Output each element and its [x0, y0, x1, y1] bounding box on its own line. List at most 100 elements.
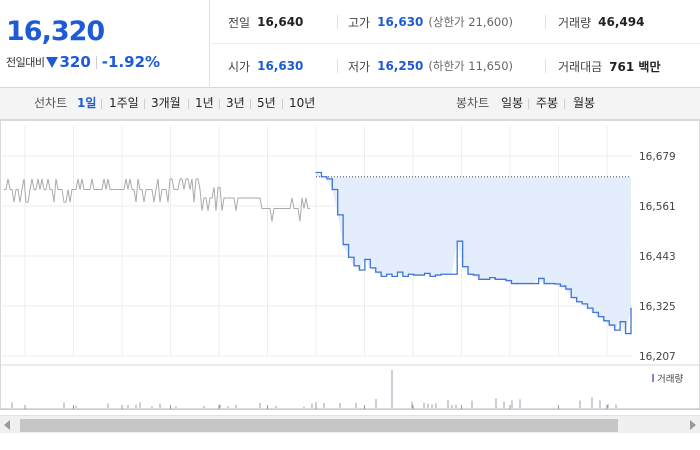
- price-point: [326, 178, 328, 180]
- price-point: [358, 269, 361, 271]
- price-point: [570, 296, 572, 299]
- scroll-right-icon[interactable]: [690, 420, 696, 430]
- previous-day-line: [4, 178, 310, 222]
- y-tick-label: 16,207: [639, 351, 676, 363]
- price-point: [614, 329, 616, 331]
- price-point: [364, 258, 366, 260]
- period-10y[interactable]: 10년: [289, 88, 315, 119]
- stat-label: 전일: [228, 15, 251, 30]
- price-point: [440, 273, 442, 275]
- price-point: [396, 271, 399, 273]
- price-area: [316, 172, 631, 334]
- y-tick-label: 16,325: [639, 301, 676, 313]
- price-point: [543, 282, 545, 285]
- divider: [564, 99, 565, 109]
- volume-legend-swatch: [652, 374, 654, 382]
- stat-value: 761 백만: [609, 59, 661, 74]
- price-point: [483, 278, 485, 280]
- price-point: [380, 275, 382, 277]
- price-point: [619, 321, 621, 323]
- price-point: [548, 282, 551, 285]
- price-point: [521, 282, 523, 285]
- stat-turnover: 거래대금 761 백만: [545, 59, 661, 74]
- stat-value: 16,640: [257, 15, 304, 29]
- price-point: [608, 324, 610, 326]
- price-point: [451, 273, 453, 275]
- divider: [250, 99, 251, 109]
- price-point: [445, 273, 447, 275]
- period-1y[interactable]: 1년: [195, 88, 214, 119]
- volume-panel: 거래량: [0, 364, 700, 410]
- price-point: [386, 273, 388, 275]
- scroll-thumb[interactable]: [20, 419, 618, 432]
- price-point: [624, 332, 627, 335]
- candle-monthly[interactable]: 월봉: [573, 88, 595, 119]
- divider: [528, 99, 529, 109]
- stat-label: 거래량: [558, 15, 592, 30]
- price-point: [467, 273, 469, 275]
- price-summary: 16,320 전일대비 320 -1.92%: [0, 0, 210, 88]
- price-point: [559, 285, 561, 287]
- price-point: [331, 188, 333, 191]
- price-point: [342, 243, 344, 246]
- stat-label: 시가: [228, 59, 251, 74]
- chart-canvas: 16,679 16,561 16,443 16,325 16,207 거래량: [0, 120, 700, 410]
- price-point: [456, 240, 458, 242]
- price-point: [472, 274, 475, 276]
- price-point: [391, 275, 393, 277]
- divider: [282, 99, 283, 109]
- stat-open: 시가 16,630: [228, 44, 303, 88]
- stat-label: 거래대금: [558, 59, 603, 74]
- price-point: [434, 274, 437, 276]
- change-value: 320: [59, 53, 91, 71]
- price-point: [429, 275, 431, 277]
- stat-sub: (하한가 11,650): [428, 59, 514, 73]
- price-point: [369, 267, 371, 269]
- chart-scrollbar[interactable]: [0, 415, 700, 433]
- candle-daily[interactable]: 일봉: [501, 88, 523, 119]
- price-point: [413, 274, 415, 276]
- y-tick-label: 16,443: [639, 251, 676, 263]
- stats-row-2: 시가 16,630 저가 16,250 (하한가 11,650) 거래대금 76…: [211, 44, 700, 88]
- change-row: 전일대비 320 -1.92%: [6, 53, 160, 71]
- divider: [95, 55, 97, 69]
- price-point: [510, 282, 513, 285]
- stat-label: 고가: [348, 15, 371, 30]
- price-point: [592, 311, 594, 313]
- price-point: [424, 272, 426, 274]
- price-point: [315, 171, 317, 174]
- stats-row-1: 전일 16,640 고가 16,630 (상한가 21,600) 거래량 46,…: [211, 0, 700, 44]
- price-point: [630, 307, 632, 309]
- stat-prev-close: 전일 16,640: [228, 0, 303, 44]
- price-point: [581, 303, 583, 305]
- period-1d[interactable]: 1일: [77, 88, 96, 119]
- scroll-left-icon[interactable]: [4, 420, 10, 430]
- price-point: [565, 288, 567, 290]
- y-tick-label: 16,679: [639, 151, 676, 163]
- period-1w[interactable]: 1주일: [109, 88, 139, 119]
- down-triangle-icon: [46, 56, 59, 68]
- candle-weekly[interactable]: 주봉: [536, 88, 558, 119]
- price-chart: 16,679 16,561 16,443 16,325 16,207 거래량: [0, 120, 700, 420]
- volume-legend-label: 거래량: [657, 373, 683, 385]
- period-3y[interactable]: 3년: [226, 88, 245, 119]
- period-5y[interactable]: 5년: [257, 88, 276, 119]
- y-tick-label: 16,561: [639, 201, 676, 213]
- stat-volume: 거래량 46,494: [545, 15, 644, 30]
- price-point: [538, 277, 540, 280]
- price-point: [347, 256, 350, 258]
- previous-day-series: [4, 178, 310, 222]
- price-point: [462, 265, 464, 268]
- divider: [188, 99, 189, 109]
- price-point: [527, 282, 529, 285]
- price-point: [586, 307, 589, 309]
- divider: [219, 99, 220, 109]
- period-3m[interactable]: 3개월: [151, 88, 181, 119]
- price-point: [500, 278, 502, 280]
- line-chart-label: 선차트: [34, 96, 68, 110]
- price-fill-area: [316, 172, 631, 334]
- price-point: [597, 315, 600, 318]
- price-point: [407, 273, 409, 275]
- stat-value: 16,250: [377, 59, 424, 73]
- stat-high: 고가 16,630 (상한가 21,600): [337, 15, 513, 30]
